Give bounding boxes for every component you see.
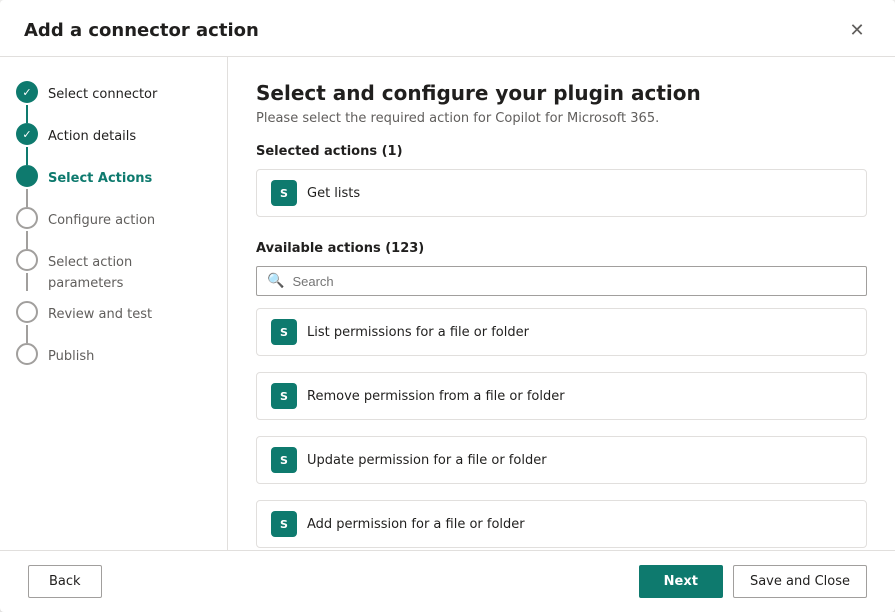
sidebar-step-select-connector[interactable]: ✓ Select connector [0,81,227,123]
step-text-select-actions: Select Actions [48,169,152,186]
step-line-select-actions [26,189,28,207]
step-indicator-configure-action [16,207,38,249]
step-label-configure-action: Configure action [48,207,155,249]
step-text-action-details: Action details [48,127,136,144]
available-actions-label: Available actions (123) [256,241,867,256]
step-line-select-connector [26,105,28,123]
step-label-review-and-test: Review and test [48,301,152,343]
next-button[interactable]: Next [639,565,723,598]
step-line-review-and-test [26,325,28,343]
step-text-select-connector: Select connector [48,85,157,102]
modal-title: Add a connector action [24,20,259,41]
step-label-action-details: Action details [48,123,136,165]
sidebar: ✓ Select connector ✓ Action details Select A… [0,57,228,550]
sidebar-step-publish: Publish [0,343,227,374]
action-icon: S [271,180,297,206]
step-indicator-select-actions [16,165,38,207]
step-text-select-action-parameters: Select action parameters [48,253,132,291]
step-indicator-action-details: ✓ [16,123,38,165]
sidebar-step-select-action-parameters: Select action parameters [0,249,227,301]
step-text-configure-action: Configure action [48,211,155,228]
step-indicator-publish [16,343,38,374]
checkmark-icon: ✓ [22,86,31,99]
sidebar-step-action-details[interactable]: ✓ Action details [0,123,227,165]
main-content: Select and configure your plugin action … [228,57,895,550]
step-circle-select-connector: ✓ [16,81,38,103]
selected-actions-section: Selected actions (1) S Get lists [256,144,867,225]
selected-actions-label: Selected actions (1) [256,144,867,159]
available-action-item[interactable]: S Update permission for a file or folder [256,436,867,484]
modal: Add a connector action ✕ ✓ Select connect… [0,0,895,612]
selected-actions-list: S Get lists [256,169,867,217]
search-icon: 🔍 [267,273,284,289]
step-text-publish: Publish [48,347,94,364]
available-action-item[interactable]: S Remove permission from a file or folder [256,372,867,420]
action-icon: S [271,447,297,473]
modal-header: Add a connector action ✕ [0,0,895,57]
action-icon: S [271,319,297,345]
footer-right: Next Save and Close [639,565,867,598]
step-circle-review-and-test [16,301,38,323]
action-icon: S [271,511,297,537]
step-label-select-actions: Select Actions [48,165,152,207]
action-name: List permissions for a file or folder [307,325,529,340]
step-indicator-select-action-parameters [16,249,38,301]
selected-action-item[interactable]: S Get lists [256,169,867,217]
step-label-select-connector: Select connector [48,81,157,123]
action-name: Remove permission from a file or folder [307,389,565,404]
checkmark-icon: ✓ [22,128,31,141]
search-input[interactable] [292,274,856,289]
modal-body: ✓ Select connector ✓ Action details Select A… [0,57,895,550]
step-circle-select-actions [16,165,38,187]
step-line-action-details [26,147,28,165]
action-icon: S [271,383,297,409]
available-action-item[interactable]: S List permissions for a file or folder [256,308,867,356]
save-close-button[interactable]: Save and Close [733,565,867,598]
sidebar-step-select-actions[interactable]: Select Actions [0,165,227,207]
action-name: Add permission for a file or folder [307,517,525,532]
modal-footer: Back Next Save and Close [0,550,895,612]
back-button[interactable]: Back [28,565,102,598]
step-circle-publish [16,343,38,365]
step-line-configure-action [26,231,28,249]
step-label-select-action-parameters: Select action parameters [48,249,211,301]
step-line-select-action-parameters [26,273,28,291]
action-name: Get lists [307,186,360,201]
sidebar-step-configure-action: Configure action [0,207,227,249]
content-title: Select and configure your plugin action [256,81,867,105]
available-action-item[interactable]: S Add permission for a file or folder [256,500,867,548]
step-label-publish: Publish [48,343,94,374]
sidebar-step-review-and-test: Review and test [0,301,227,343]
action-name: Update permission for a file or folder [307,453,547,468]
step-indicator-review-and-test [16,301,38,343]
step-indicator-select-connector: ✓ [16,81,38,123]
content-subtitle: Please select the required action for Co… [256,111,867,126]
step-circle-select-action-parameters [16,249,38,271]
search-box: 🔍 [256,266,867,296]
step-text-review-and-test: Review and test [48,305,152,322]
step-circle-action-details: ✓ [16,123,38,145]
close-button[interactable]: ✕ [843,16,871,44]
available-actions-section: Available actions (123) 🔍 S List permissi… [256,241,867,550]
step-circle-configure-action [16,207,38,229]
available-actions-list: SList permissions for a file or folderSR… [256,308,867,550]
close-icon: ✕ [849,20,864,41]
